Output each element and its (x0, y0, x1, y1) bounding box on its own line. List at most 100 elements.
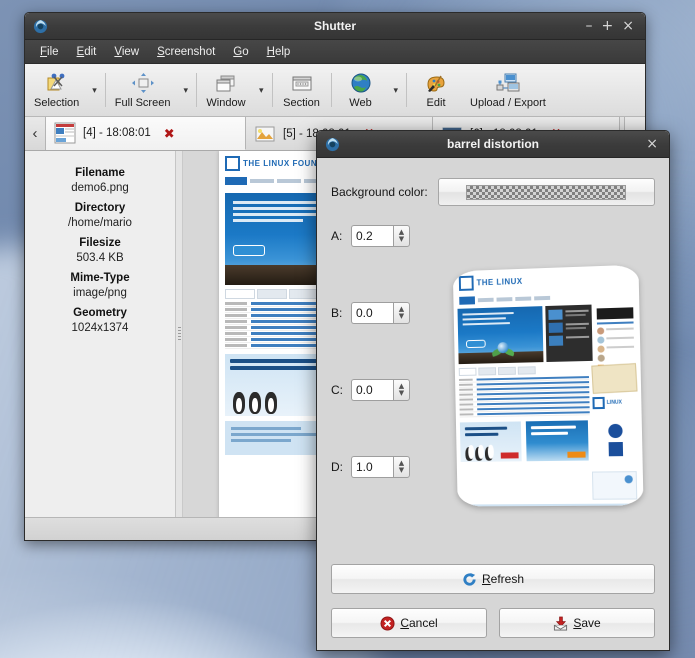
property-key-filesize: Filesize (25, 237, 175, 249)
refresh-button[interactable]: Refresh (331, 564, 655, 594)
fullscreen-icon (131, 71, 155, 95)
toolbar-selection-label: Selection (34, 97, 79, 109)
distortion-preview-pane[interactable]: THE LINUX (439, 220, 655, 554)
toolbar-separator (196, 73, 197, 107)
toolbar-separator (331, 73, 332, 107)
param-d-label: D: (331, 460, 343, 474)
tab-session-4[interactable]: [4] - 18:08:01 ✖ (46, 117, 246, 150)
toolbar-fullscreen-button[interactable]: Full Screen (108, 69, 178, 111)
dialog-title: barrel distortion (317, 137, 669, 151)
cancel-button[interactable]: Cancel (331, 608, 487, 638)
tab-scroll-left-button[interactable]: ‹ (25, 117, 46, 150)
property-key-directory: Directory (25, 202, 175, 214)
menu-view[interactable]: View (105, 44, 148, 60)
param-a-spinner[interactable]: ▲▼ (351, 225, 410, 247)
dialog-titlebar[interactable]: barrel distortion × (317, 131, 669, 158)
toolbar-window-button[interactable]: Window (199, 69, 253, 111)
save-button[interactable]: Save (499, 608, 655, 638)
toolbar-upload-export-label: Upload / Export (470, 97, 546, 109)
param-b-spinner[interactable]: ▲▼ (351, 302, 410, 324)
window-chevron-down-icon[interactable]: ▾ (253, 64, 270, 116)
menu-go[interactable]: Go (224, 44, 257, 60)
property-value-directory: /home/mario (25, 217, 175, 229)
property-value-filesize: 503.4 KB (25, 252, 175, 264)
upload-export-icon (495, 71, 521, 95)
dialog-footer: Refresh Cancel (317, 564, 669, 650)
toolbar-upload-export-button[interactable]: Upload / Export (463, 69, 553, 111)
main-toolbar: Selection ▾ Full Screen ▾ (25, 64, 645, 117)
dialog-window-controls: × (646, 137, 669, 151)
toolbar-section-button[interactable]: Section (275, 69, 329, 111)
section-icon (290, 71, 314, 95)
property-key-geometry: Geometry (25, 307, 175, 319)
refresh-icon (462, 572, 477, 587)
dialog-action-buttons: Cancel Save (331, 608, 655, 638)
menu-edit[interactable]: Edit (68, 44, 106, 60)
transparency-checkerboard-swatch (466, 185, 626, 200)
toolbar-fullscreen-label: Full Screen (115, 97, 171, 109)
toolbar-separator (406, 73, 407, 107)
dialog-close-button[interactable]: × (646, 137, 658, 151)
parameters-and-preview: A: ▲▼ B: ▲▼ C: (331, 220, 655, 554)
toolbar-separator (272, 73, 273, 107)
property-value-mimetype: image/png (25, 287, 175, 299)
param-row-a: A: ▲▼ (331, 224, 431, 248)
property-key-mimetype: Mime-Type (25, 272, 175, 284)
sidebar-splitter-handle[interactable] (176, 151, 183, 517)
param-b-input[interactable] (351, 302, 393, 324)
toolbar-selection-button[interactable]: Selection (27, 69, 86, 111)
window-controls: – + × (586, 19, 645, 33)
save-button-label: Save (573, 616, 600, 630)
param-b-stepper[interactable]: ▲▼ (393, 302, 410, 324)
param-c-stepper[interactable]: ▲▼ (393, 379, 410, 401)
param-c-spinner[interactable]: ▲▼ (351, 379, 410, 401)
menu-screenshot[interactable]: Screenshot (148, 44, 224, 60)
param-d-input[interactable] (351, 456, 393, 478)
menu-help[interactable]: Help (258, 44, 300, 60)
main-window-titlebar[interactable]: Shutter – + × (25, 13, 645, 40)
tab-session-4-close-icon[interactable]: ✖ (164, 127, 175, 140)
splitter-grip-icon (178, 327, 181, 341)
barrel-distortion-dialog: barrel distortion × Background color: A:… (316, 130, 670, 651)
palette-icon (424, 71, 448, 95)
fullscreen-chevron-down-icon[interactable]: ▾ (177, 64, 194, 116)
param-a-label: A: (331, 229, 343, 243)
toolbar-separator (105, 73, 106, 107)
web-chevron-down-icon[interactable]: ▾ (388, 64, 405, 116)
toolbar-edit-label: Edit (427, 97, 446, 109)
barrel-distorted-preview: THE LINUX (454, 268, 640, 506)
background-color-button[interactable] (438, 178, 655, 206)
save-icon (553, 616, 568, 631)
shutter-aperture-icon (32, 18, 48, 34)
param-row-c: C: ▲▼ (331, 378, 431, 402)
property-key-filename: Filename (25, 167, 175, 179)
param-d-spinner[interactable]: ▲▼ (351, 456, 410, 478)
window-icon (214, 71, 238, 95)
close-button[interactable]: × (622, 19, 634, 33)
selection-icon (45, 71, 69, 95)
background-color-row: Background color: (331, 178, 655, 206)
menu-file[interactable]: File (31, 44, 68, 60)
toolbar-window-label: Window (206, 97, 245, 109)
param-a-stepper[interactable]: ▲▼ (393, 225, 410, 247)
param-c-label: C: (331, 383, 343, 397)
param-b-label: B: (331, 306, 343, 320)
main-window-title: Shutter (25, 19, 645, 33)
minimize-button[interactable]: – (586, 19, 593, 33)
selection-chevron-down-icon[interactable]: ▾ (86, 64, 103, 116)
param-c-input[interactable] (351, 379, 393, 401)
maximize-button[interactable]: + (602, 19, 614, 33)
main-menubar: File Edit View Screenshot Go Help (25, 40, 645, 64)
toolbar-edit-button[interactable]: Edit (409, 69, 463, 111)
property-value-filename: demo6.png (25, 182, 175, 194)
distortion-parameters: A: ▲▼ B: ▲▼ C: (331, 220, 431, 554)
param-a-input[interactable] (351, 225, 393, 247)
image-properties-sidebar: Filename demo6.png Directory /home/mario… (25, 151, 176, 517)
globe-icon (349, 71, 373, 95)
dialog-body: Background color: A: ▲▼ B: ▲ (317, 158, 669, 564)
shutter-aperture-icon (324, 136, 340, 152)
toolbar-web-button[interactable]: Web (334, 69, 388, 111)
param-d-stepper[interactable]: ▲▼ (393, 456, 410, 478)
toolbar-web-label: Web (349, 97, 371, 109)
param-row-b: B: ▲▼ (331, 301, 431, 325)
